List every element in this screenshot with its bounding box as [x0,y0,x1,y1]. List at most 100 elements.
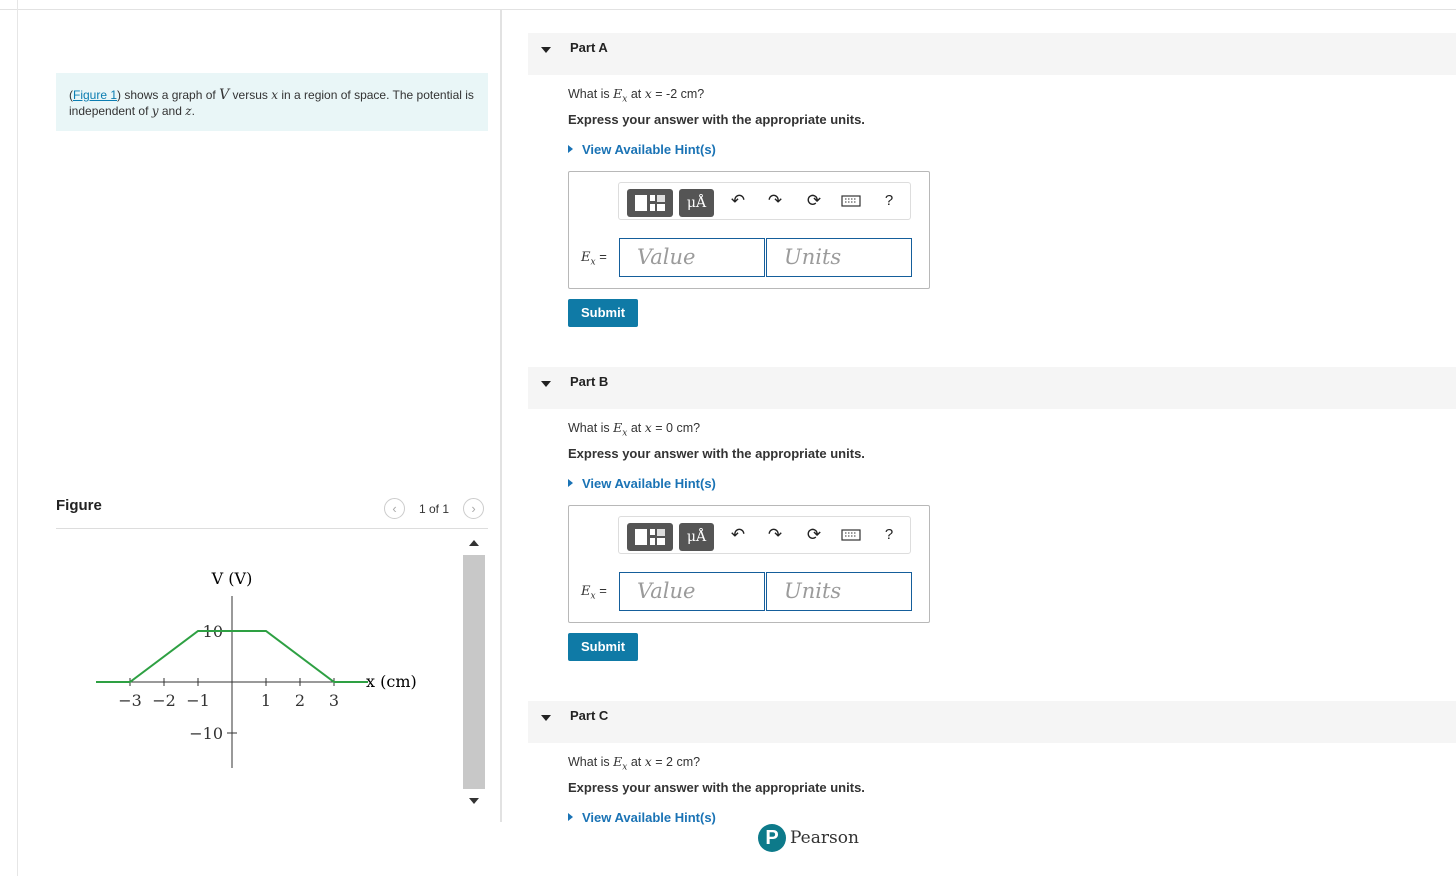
q-value: = -2 cm? [651,87,705,101]
chevron-right-icon: › [471,501,476,516]
label-eq: = [595,249,607,264]
y-tick-label: −10 [189,724,223,743]
x-tick-label: −2 [152,691,176,710]
part-b-title: Part B [570,374,609,389]
q-value: = 2 cm? [651,755,701,769]
pane-divider[interactable] [500,10,502,822]
part-b-answer-box: μÅ ↶ ↷ ⟳ ? Ex = Value Units [568,505,930,623]
caret-right-icon [568,813,573,821]
left-border [17,0,18,876]
redo-icon[interactable]: ↷ [765,525,785,545]
part-b-hint-link[interactable]: View Available Hint(s) [568,476,716,491]
units-input[interactable]: Units [766,572,912,611]
var-y: y [151,104,159,118]
templates-icon [635,195,665,211]
figure-divider [56,528,488,529]
reset-icon[interactable]: ⟳ [804,191,824,211]
q-var: E [613,754,623,769]
caret-down-icon [541,715,551,721]
redo-icon[interactable]: ↷ [765,191,785,211]
x-tick-label: −3 [118,691,142,710]
part-a-question: What is Ex at x = -2 cm? [568,86,704,105]
label-var: E [581,584,591,599]
q-value: = 0 cm? [651,421,701,435]
answer-label: Ex = [581,249,607,268]
figure-scrollbar[interactable] [463,555,485,789]
keyboard-icon[interactable] [841,191,861,216]
part-c-hint-link[interactable]: View Available Hint(s) [568,810,716,825]
part-b-submit-button[interactable]: Submit [568,633,638,661]
part-c-header[interactable]: Part C [528,701,1456,743]
next-figure-button[interactable]: › [463,498,484,519]
part-a-hint-link[interactable]: View Available Hint(s) [568,142,716,157]
keyboard-icon[interactable] [841,525,861,550]
caret-right-icon [568,479,573,487]
value-input[interactable]: Value [619,238,765,277]
units-button[interactable]: μÅ [679,189,714,217]
x-tick-label: 2 [295,691,305,710]
undo-icon[interactable]: ↶ [728,525,748,545]
answer-label: Ex = [581,583,607,602]
undo-icon[interactable]: ↶ [728,191,748,211]
part-a-instruction: Express your answer with the appropriate… [568,112,865,127]
label-var: E [581,250,591,265]
part-b-instruction: Express your answer with the appropriate… [568,446,865,461]
chart-y-label: V (V) [211,569,253,588]
templates-button[interactable] [627,523,673,551]
units-button[interactable]: μÅ [679,523,714,551]
part-b-question: What is Ex at x = 0 cm? [568,420,700,439]
templates-button[interactable] [627,189,673,217]
figure-pager: 1 of 1 [419,502,450,516]
intro-text-4: and [158,104,186,118]
q-var: E [613,86,623,101]
scroll-down-arrow[interactable] [469,798,479,804]
units-input[interactable]: Units [766,238,912,277]
intro-text: (Figure 1) shows a graph of V versus x i… [69,87,474,118]
part-c-title: Part C [570,708,609,723]
q-prefix: What is [568,87,614,101]
part-a-header[interactable]: Part A [528,33,1456,75]
reset-icon[interactable]: ⟳ [804,525,824,545]
caret-down-icon [541,47,551,53]
intro-panel: (Figure 1) shows a graph of V versus x i… [56,73,488,131]
var-x: x [271,88,279,102]
intro-text-5: . [191,104,195,118]
help-button[interactable]: ? [879,191,899,211]
figure-chart: −3 −2 −1 1 2 310−10 V (V) x (cm) [96,569,417,768]
figure-title: Figure [56,497,102,514]
value-input[interactable]: Value [619,572,765,611]
q-prefix: What is [568,755,614,769]
top-border [0,0,1456,10]
q-xvar: x [644,420,652,435]
q-mid: at [627,755,645,769]
q-prefix: What is [568,421,614,435]
intro-text-2: versus [229,88,272,102]
pearson-logo-icon: P [758,824,786,852]
help-button[interactable]: ? [879,525,899,545]
intro-text-1: ) shows a graph of [117,88,220,102]
hint-label: View Available Hint(s) [582,810,716,825]
q-xvar: x [644,86,652,101]
part-a-title: Part A [570,40,608,55]
part-c-instruction: Express your answer with the appropriate… [568,780,865,795]
math-toolbar: μÅ ↶ ↷ ⟳ ? [618,182,911,220]
hint-label: View Available Hint(s) [582,142,716,157]
x-tick-label: 1 [261,691,271,710]
label-eq: = [595,583,607,598]
figure-link[interactable]: Figure 1 [73,88,117,102]
part-a-submit-button[interactable]: Submit [568,299,638,327]
chevron-left-icon: ‹ [392,501,397,516]
math-toolbar: μÅ ↶ ↷ ⟳ ? [618,516,911,554]
hint-label: View Available Hint(s) [582,476,716,491]
q-mid: at [627,421,645,435]
part-b-header[interactable]: Part B [528,367,1456,409]
var-v: V [219,87,230,103]
part-c-question: What is Ex at x = 2 cm? [568,754,700,773]
q-xvar: x [644,754,652,769]
x-tick-label: 3 [329,691,339,710]
scroll-up-arrow[interactable] [469,540,479,546]
caret-right-icon [568,145,573,153]
chart-x-label: x (cm) [366,672,417,691]
x-tick-label: −1 [186,691,210,710]
prev-figure-button[interactable]: ‹ [384,498,405,519]
